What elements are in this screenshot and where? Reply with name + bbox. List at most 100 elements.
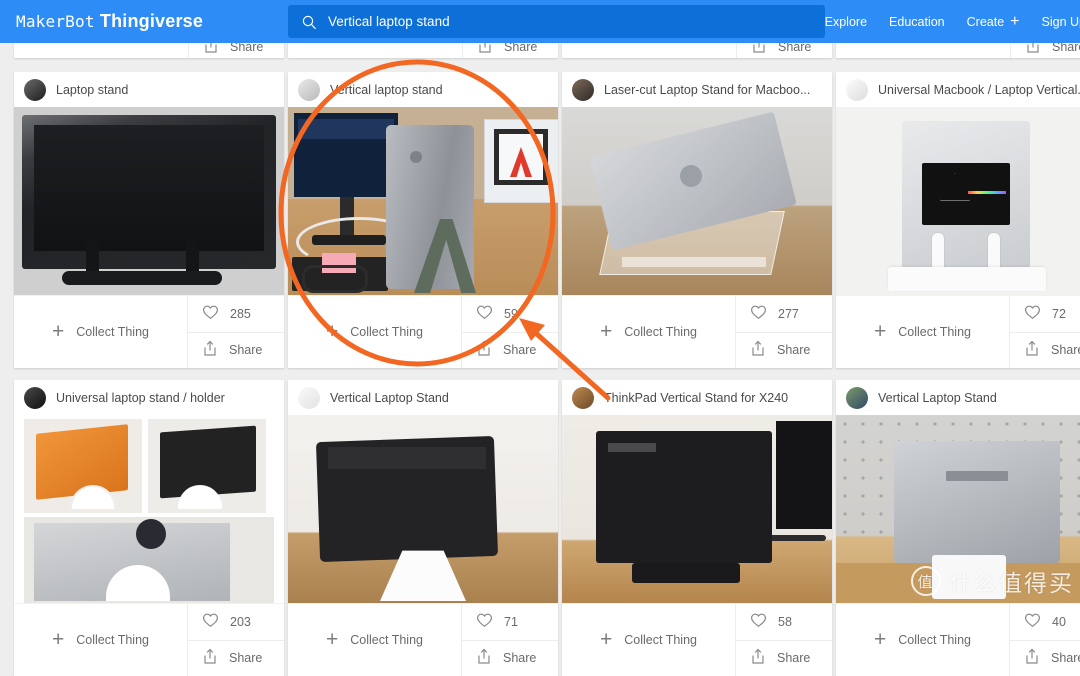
card-thumbnail[interactable] xyxy=(562,415,832,603)
share-button[interactable]: Share xyxy=(736,332,832,369)
avatar[interactable] xyxy=(298,387,320,409)
card-title[interactable]: Laser-cut Laptop Stand for Macboo... xyxy=(604,83,810,97)
share-button[interactable]: Share xyxy=(462,640,558,676)
nav-item-create[interactable]: Create + xyxy=(967,15,1020,29)
card-title[interactable]: ThinkPad Vertical Stand for X240 xyxy=(604,391,788,405)
card-thumbnail[interactable] xyxy=(14,415,284,603)
share-label: Share xyxy=(503,343,536,357)
card-title[interactable]: Laptop stand xyxy=(56,83,128,97)
thing-card[interactable]: ThinkPad Vertical Stand for X240 +Collect… xyxy=(562,380,832,676)
share-upload-icon xyxy=(750,340,777,360)
thing-card[interactable]: Universal Macbook / Laptop Vertical... + C… xyxy=(836,72,1080,368)
thing-card[interactable]: Universal laptop stand / holder +Collect … xyxy=(14,380,284,676)
card-thumbnail[interactable] xyxy=(288,107,558,295)
avatar[interactable] xyxy=(24,387,46,409)
search-bar[interactable] xyxy=(288,5,825,38)
brand-thingiverse: Thingiverse xyxy=(100,11,203,31)
card-title[interactable]: Vertical Laptop Stand xyxy=(878,391,997,405)
card-side-actions: 203 Share xyxy=(187,604,284,676)
search-icon xyxy=(302,15,316,29)
share-button[interactable]: Share xyxy=(188,640,284,676)
plus-icon: + xyxy=(52,631,64,649)
plus-icon: + xyxy=(1010,17,1019,27)
card-title[interactable]: Universal laptop stand / holder xyxy=(56,391,225,405)
thing-card[interactable]: Vertical Laptop Stand +Collect Thing40Sha… xyxy=(836,380,1080,676)
plus-icon: + xyxy=(874,323,886,341)
collect-thing-button[interactable]: +Collect Thing xyxy=(288,296,461,368)
card-thumbnail[interactable] xyxy=(288,415,558,603)
share-button[interactable]: Share xyxy=(188,332,284,369)
search-input[interactable] xyxy=(328,14,768,29)
avatar[interactable] xyxy=(572,79,594,101)
nav-item-explore[interactable]: Explore xyxy=(825,15,867,29)
share-upload-icon xyxy=(202,648,229,668)
nav-label-create: Create xyxy=(967,15,1005,29)
heart-icon xyxy=(1024,304,1052,323)
nav-item-signup[interactable]: Sign Up xyxy=(1042,15,1080,29)
share-upload-icon xyxy=(476,340,503,360)
collect-thing-button[interactable]: +Collect Thing xyxy=(288,604,461,676)
like-button[interactable]: 285 xyxy=(188,296,284,332)
card-side-actions: 277 Share xyxy=(735,296,832,368)
avatar[interactable] xyxy=(24,79,46,101)
collect-thing-button[interactable]: +Collect Thing xyxy=(562,296,735,368)
share-label: Share xyxy=(229,343,262,357)
collect-thing-button[interactable]: +Collect Thing xyxy=(14,296,187,368)
share-button[interactable]: Share xyxy=(1010,640,1080,676)
like-button[interactable]: 277 xyxy=(736,296,832,332)
avatar[interactable] xyxy=(572,387,594,409)
share-button[interactable]: Share xyxy=(736,640,832,676)
card-side-actions: 58 Share xyxy=(735,604,832,676)
card-actions: +Collect Thing285 Share xyxy=(14,295,284,368)
avatar[interactable] xyxy=(846,79,868,101)
thing-card[interactable]: Laser-cut Laptop Stand for Macboo... +Col… xyxy=(562,72,832,368)
like-button[interactable]: 71 xyxy=(462,604,558,640)
card-actions: +Collect Thing40Share xyxy=(836,603,1080,676)
thing-card[interactable]: Vertical laptop stand +Collect Thing 59 Sha… xyxy=(288,72,558,368)
watermark-badge: 值 xyxy=(911,566,941,596)
card-side-actions: 59 Share xyxy=(461,296,558,368)
like-button[interactable]: 40 xyxy=(1010,604,1080,640)
thing-card[interactable]: Vertical Laptop Stand +Collect Thing71Sha… xyxy=(288,380,558,676)
collect-thing-button[interactable]: + Collect Thing xyxy=(836,296,1009,368)
like-button[interactable]: 59 xyxy=(462,296,558,332)
like-count: 59 xyxy=(504,307,518,321)
collect-thing-button[interactable]: +Collect Thing xyxy=(562,604,735,676)
card-title[interactable]: Vertical Laptop Stand xyxy=(330,391,449,405)
card-thumbnail[interactable] xyxy=(836,107,1080,295)
like-button[interactable]: 58 xyxy=(736,604,832,640)
like-button[interactable]: 72 xyxy=(1010,296,1080,332)
card-title[interactable]: Universal Macbook / Laptop Vertical... xyxy=(878,83,1080,97)
share-button[interactable]: Share xyxy=(462,332,558,369)
thing-card[interactable]: Laptop stand +Collect Thing285 Share xyxy=(14,72,284,368)
card-actions: +Collect Thing 59 Share xyxy=(288,295,558,368)
collect-thing-button[interactable]: +Collect Thing xyxy=(836,604,1009,676)
avatar[interactable] xyxy=(298,79,320,101)
card-side-actions: 285 Share xyxy=(187,296,284,368)
card-thumbnail[interactable] xyxy=(562,107,832,295)
collect-thing-button[interactable]: +Collect Thing xyxy=(14,604,187,676)
heart-icon xyxy=(750,304,778,323)
watermark: 值 什么值得买 xyxy=(911,564,1074,598)
collect-thing-label: Collect Thing xyxy=(898,325,971,339)
card-header: Vertical Laptop Stand xyxy=(288,380,558,415)
avatar[interactable] xyxy=(846,387,868,409)
heart-icon xyxy=(750,612,778,631)
share-label: Share xyxy=(777,651,810,665)
card-actions: +Collect Thing58 Share xyxy=(562,603,832,676)
share-label: Share xyxy=(229,651,262,665)
plus-icon: + xyxy=(874,631,886,649)
card-title[interactable]: Vertical laptop stand xyxy=(330,83,443,97)
site-logo[interactable]: MakerBot Thingiverse xyxy=(16,11,280,32)
like-button[interactable]: 203 xyxy=(188,604,284,640)
share-upload-icon xyxy=(476,648,503,668)
card-actions: +Collect Thing71Share xyxy=(288,603,558,676)
like-count: 277 xyxy=(778,307,799,321)
nav-item-education[interactable]: Education xyxy=(889,15,945,29)
heart-icon xyxy=(202,612,230,631)
share-button[interactable]: Share xyxy=(1010,332,1080,369)
collect-thing-label: Collect Thing xyxy=(624,633,697,647)
share-upload-icon xyxy=(750,648,777,668)
card-header: Laptop stand xyxy=(14,72,284,107)
card-thumbnail[interactable] xyxy=(14,107,284,295)
